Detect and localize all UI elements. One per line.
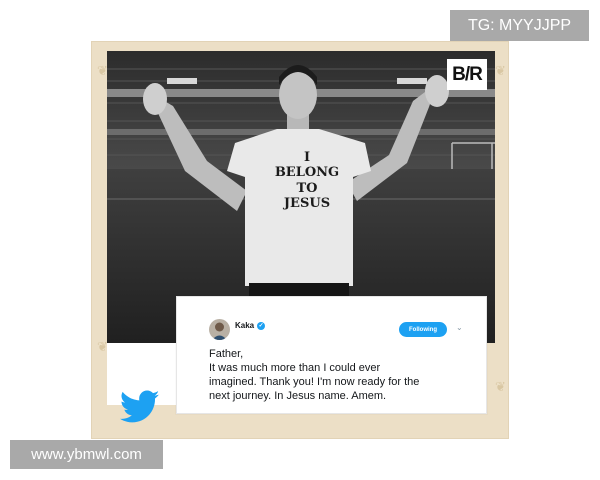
bleacher-report-logo: B/R xyxy=(447,59,487,90)
frame-ornament: ❦ xyxy=(495,64,506,79)
avatar[interactable] xyxy=(209,319,230,340)
following-button[interactable]: Following xyxy=(399,322,447,337)
watermark-telegram: TG: MYYJJPP xyxy=(450,10,589,41)
frame-ornament: ❦ xyxy=(495,380,506,395)
tweet-text-line: Father, xyxy=(209,348,244,360)
watermark-site: www.ybmwl.com xyxy=(10,440,163,469)
twitter-bird-icon xyxy=(119,390,160,424)
tweet-card: Kaka ✓ Following ⌄ Father, It was much m… xyxy=(176,296,487,414)
shirt-slogan-line: JESUS xyxy=(283,195,331,211)
tweet-text: Father, It was much more than I could ev… xyxy=(209,347,479,403)
shirt-slogan-line: I xyxy=(303,150,311,165)
tweet-text-line: next journey. In Jesus name. Amem. xyxy=(209,390,387,402)
user-name-text: Kaka xyxy=(235,321,255,330)
shirt-slogan-line: BELONG xyxy=(274,165,340,181)
chevron-down-icon[interactable]: ⌄ xyxy=(456,324,464,332)
verified-badge-icon: ✓ xyxy=(257,321,266,330)
tweet-text-line: imagined. Thank you! I'm now ready for t… xyxy=(209,376,420,388)
shirt-slogan: I BELONG TO JESUS xyxy=(252,150,362,211)
tweet-user-name[interactable]: Kaka ✓ xyxy=(235,321,266,330)
shirt-slogan-line: TO xyxy=(296,180,318,196)
tweet-text-line: It was much more than I could ever xyxy=(209,362,381,374)
